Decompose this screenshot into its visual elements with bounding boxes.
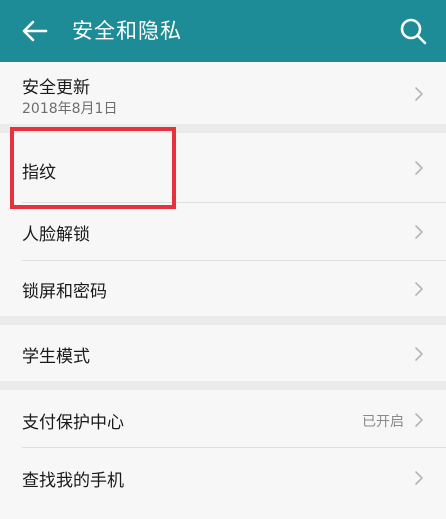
page-title: 安全和隐私 [72, 19, 182, 43]
search-icon[interactable] [396, 14, 430, 48]
chevron-right-icon [415, 347, 423, 361]
chevron-right-icon [415, 87, 423, 101]
list-item-subtitle: 2018年8月1日 [22, 101, 118, 117]
list-item-label: 学生模式 [22, 347, 90, 367]
app-bar: 安全和隐私 [0, 0, 446, 62]
list-item-label: 人脸解锁 [22, 225, 90, 245]
chevron-right-icon [415, 225, 423, 239]
settings-group-protection: 支付保护中心 已开启 查找我的手机 [0, 390, 446, 519]
list-item-face-unlock[interactable]: 人脸解锁 [0, 203, 446, 261]
chevron-right-icon [415, 161, 423, 175]
list-item-label: 指纹 [22, 163, 56, 183]
security-privacy-screen: 安全和隐私 安全更新 2018年8月1日 指纹 人脸解锁 锁屏和密码 学生模式 … [0, 0, 446, 519]
list-item-lock-screen-password[interactable]: 锁屏和密码 [0, 261, 446, 316]
settings-group-update: 安全更新 2018年8月1日 [0, 62, 446, 124]
list-item-label: 查找我的手机 [22, 471, 124, 491]
list-item-label: 安全更新 [22, 78, 90, 98]
list-item-label: 支付保护中心 [22, 413, 124, 433]
list-item-student-mode[interactable]: 学生模式 [0, 325, 446, 381]
list-item-payment-protection[interactable]: 支付保护中心 已开启 [0, 390, 446, 448]
chevron-right-icon [415, 282, 423, 296]
list-item-security-update[interactable]: 安全更新 2018年8月1日 [0, 62, 446, 124]
status-text: 已开启 [362, 414, 404, 430]
settings-group-student: 学生模式 [0, 325, 446, 381]
list-item-fingerprint[interactable]: 指纹 [0, 133, 446, 203]
chevron-right-icon [415, 413, 423, 427]
settings-group-unlock: 指纹 人脸解锁 锁屏和密码 [0, 133, 446, 316]
list-item-label: 锁屏和密码 [22, 282, 107, 302]
arrow-left-icon[interactable] [18, 14, 52, 48]
list-item-find-my-phone[interactable]: 查找我的手机 [0, 448, 446, 508]
chevron-right-icon [415, 471, 423, 485]
